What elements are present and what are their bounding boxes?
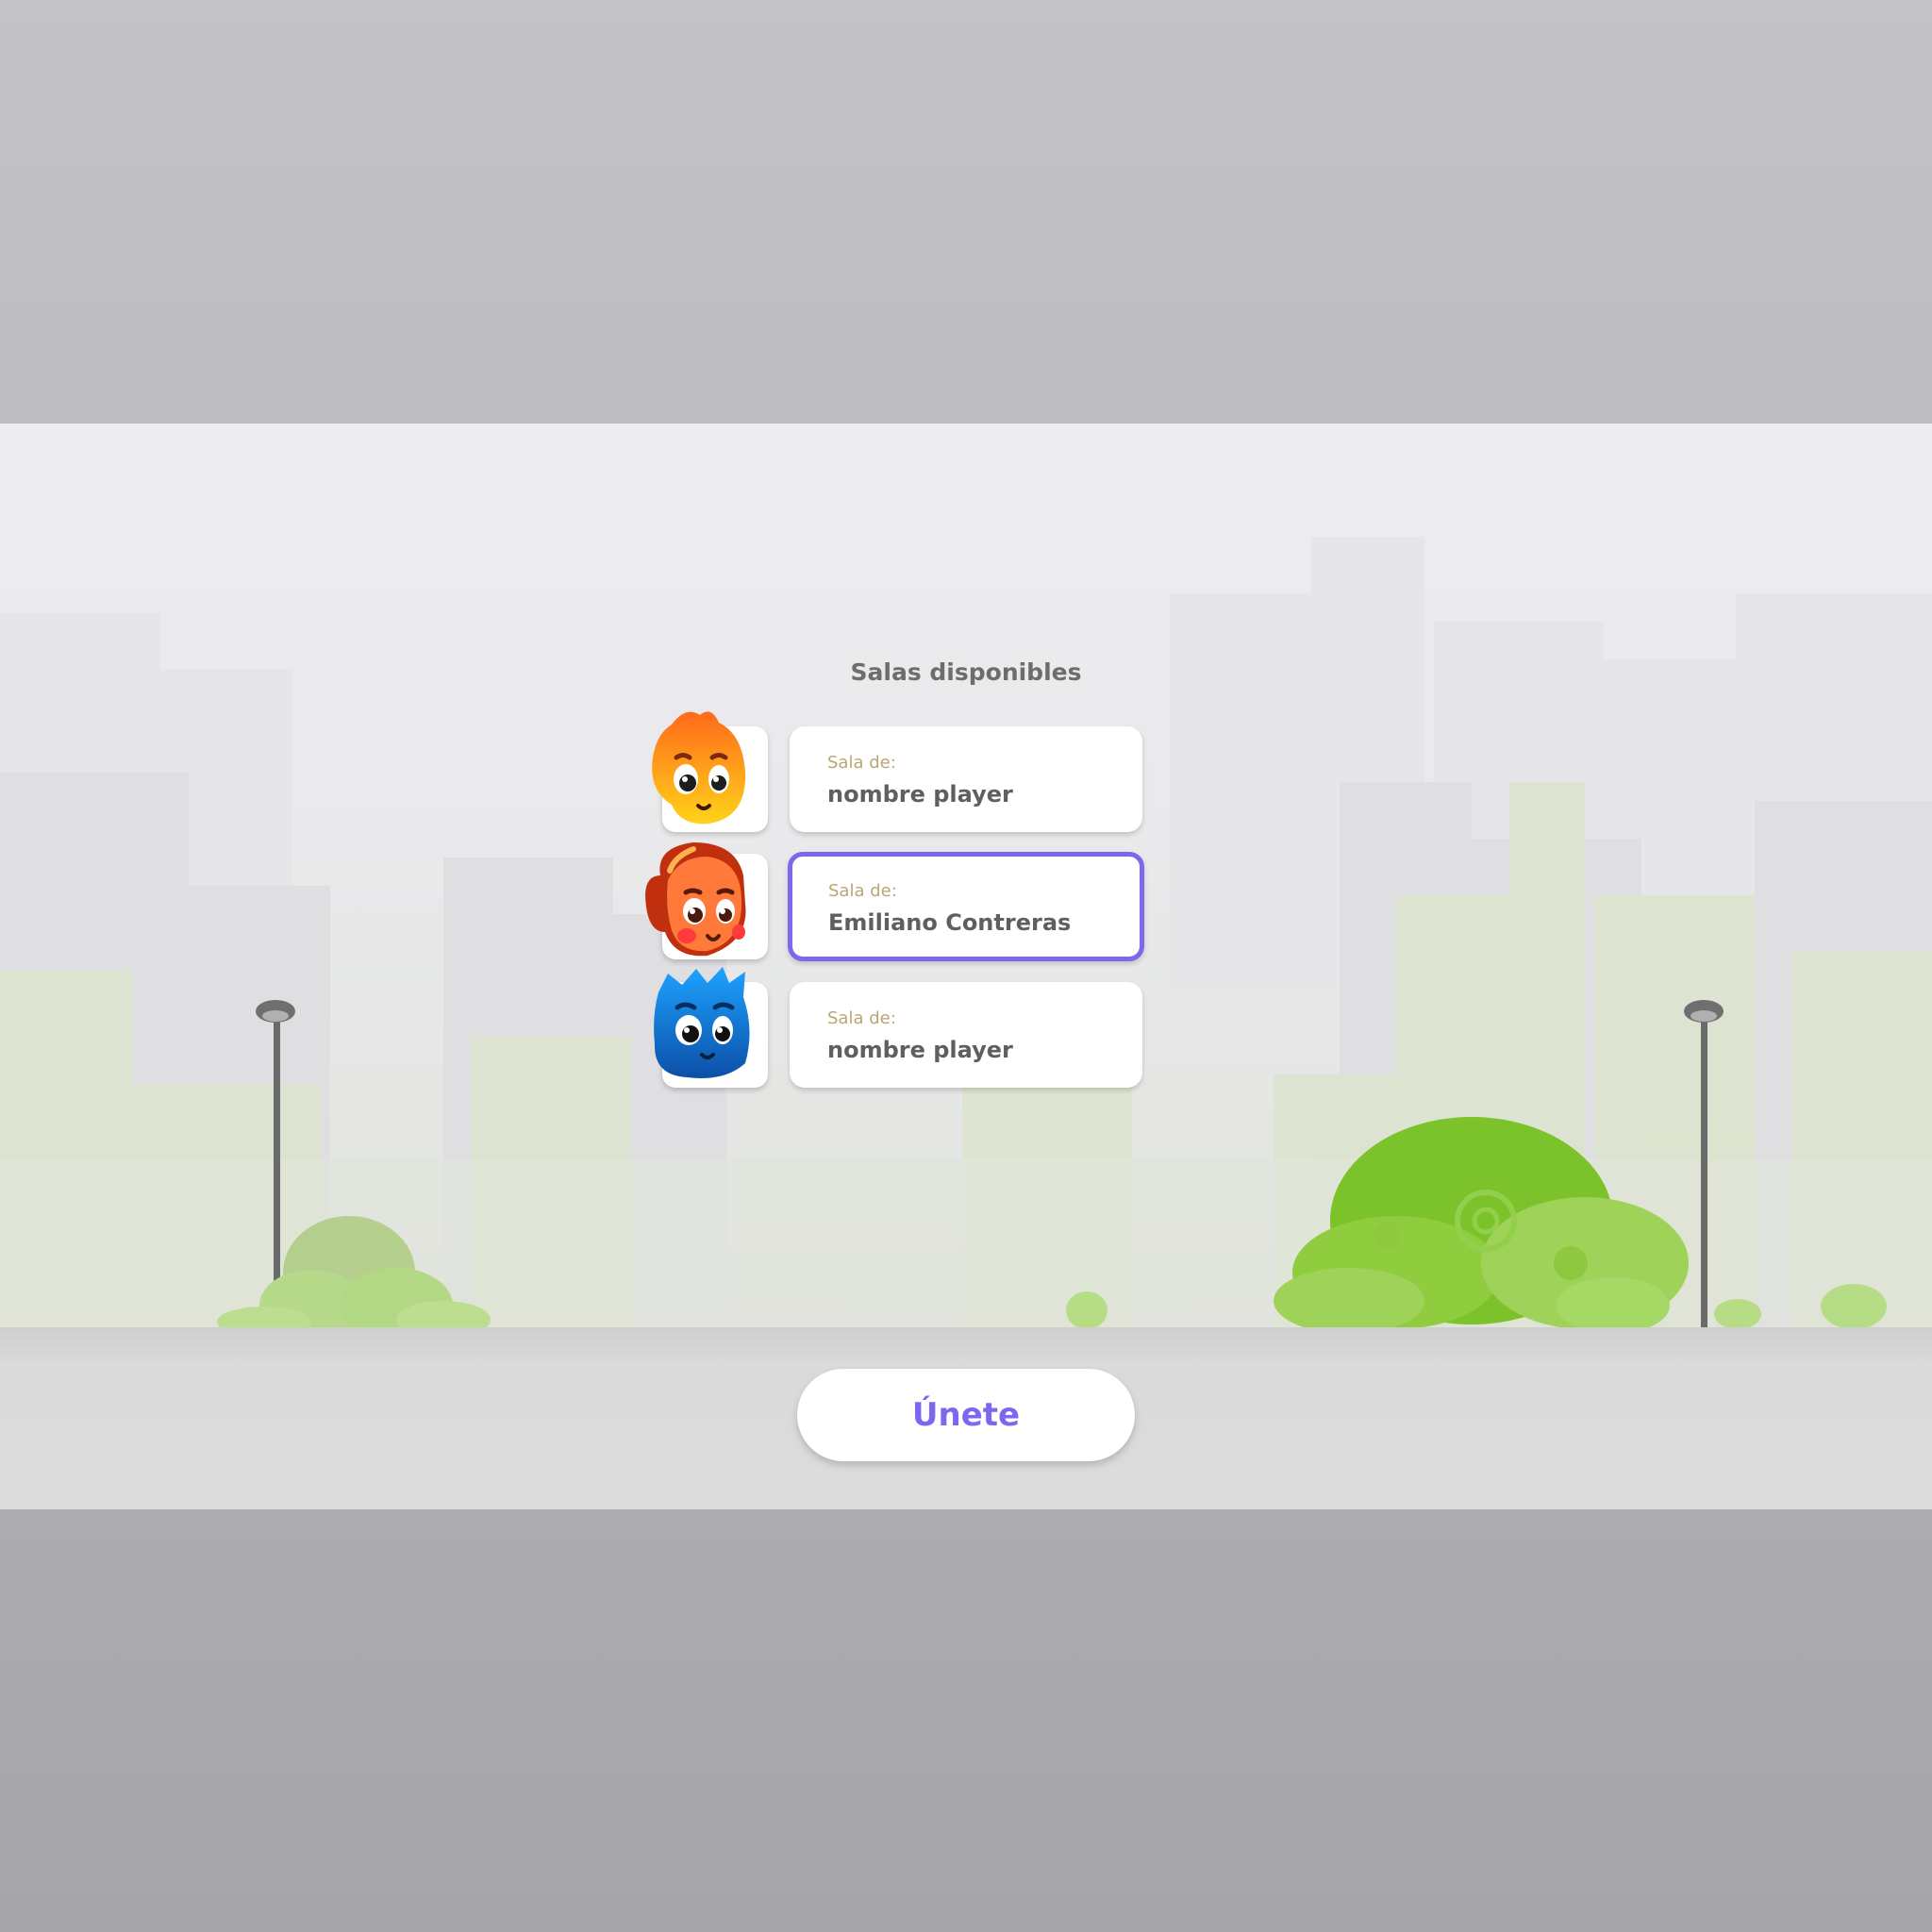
room-owner-name: nombre player [827, 781, 1013, 808]
room-label: Sala de: [827, 753, 896, 773]
join-button[interactable]: Únete [797, 1369, 1135, 1461]
room-label: Sala de: [828, 881, 897, 901]
bush-small-2 [1714, 1299, 1761, 1329]
room-card-1[interactable]: Sala de: nombre player [790, 726, 1142, 832]
game-stage [0, 424, 1932, 1509]
redhead-girl-character-icon [645, 842, 746, 957]
room-card-2[interactable]: Sala de: Emiliano Contreras [788, 852, 1144, 961]
page-title: Salas disponibles [850, 658, 1082, 686]
top-letterbox [0, 0, 1932, 424]
room-owner-name: nombre player [827, 1037, 1013, 1063]
bush-small-1 [1066, 1291, 1108, 1329]
room-card-3[interactable]: Sala de: nombre player [790, 982, 1142, 1088]
blue-spiky-character-icon [654, 967, 750, 1078]
bottom-letterbox [0, 1509, 1932, 1932]
orange-flame-character-icon [652, 711, 746, 824]
room-label: Sala de: [827, 1008, 896, 1028]
bush-small-3 [1821, 1284, 1887, 1329]
room-owner-name: Emiliano Contreras [828, 909, 1072, 936]
